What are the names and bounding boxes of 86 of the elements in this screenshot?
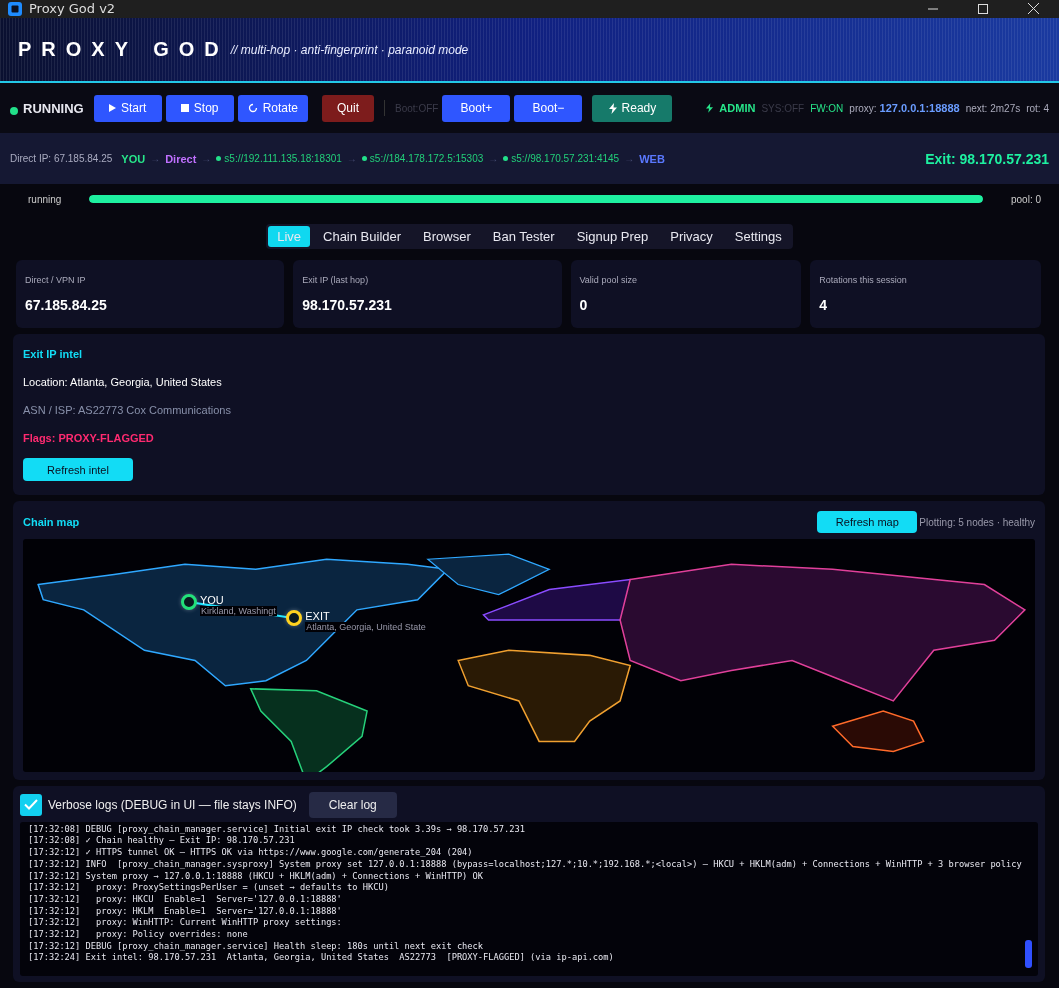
toolbar-button[interactable]: Stop	[165, 94, 234, 122]
refresh-intel-button[interactable]: Refresh intel	[23, 458, 133, 481]
tab[interactable]: Settings	[725, 226, 791, 247]
tab[interactable]: Chain Builder	[314, 226, 411, 247]
status-indicator: FW:ON	[810, 102, 844, 114]
intel-line: Location: Atlanta, Georgia, United States	[23, 376, 222, 388]
checkbox-label: Verbose logs (DEBUG in UI — file stays INFO)	[48, 797, 297, 812]
chain-hop: YOU	[121, 152, 146, 165]
toolbar-button[interactable]: Start	[93, 94, 162, 122]
pool-count: pool: 0	[1010, 193, 1041, 205]
status-label: RUNNING	[23, 100, 84, 116]
log-line: [17:32:12] proxy: Policy overrides: none	[28, 929, 249, 941]
boot-button[interactable]: Boot−	[514, 94, 583, 122]
arrow-glyph: →	[150, 153, 161, 164]
chain-hop: Direct	[165, 152, 197, 165]
stop-icon	[180, 104, 189, 112]
scrollbar-thumb[interactable]	[1025, 940, 1032, 968]
log-line: [17:32:12] proxy: HKCU Enable=1 Server='127.0.0.1:18888'	[28, 893, 343, 906]
exit-ip-label: Exit: 98.170.57.231	[925, 150, 1049, 167]
log-line: [17:32:12] ✓ HTTPS tunnel OK — HTTPS OK via https://www.google.com/generate_204 (204)	[28, 847, 474, 859]
refresh-map-button[interactable]: Refresh map	[817, 511, 918, 533]
node-location: Kirkland, Washingt	[199, 605, 277, 616]
window-title: Proxy God v2	[29, 1, 116, 17]
log-line: [17:32:12] DEBUG [proxy_chain_manager.service] Health sleep: 180s until next exit check	[28, 940, 485, 953]
stat-value: 0	[579, 297, 589, 313]
log-line: [17:32:12] proxy: WinHTTP: Current WinHTTP proxy settings:	[28, 917, 343, 930]
app-icon	[8, 1, 22, 16]
intel-line: ASN / ISP: AS22773 Cox Communications	[23, 404, 231, 416]
checkbox[interactable]	[20, 793, 42, 816]
close-icon[interactable]	[1028, 3, 1039, 15]
toolbar-button[interactable]: Quit	[322, 94, 375, 122]
hop-dot	[361, 156, 367, 161]
tab[interactable]: Signup Prep	[567, 226, 658, 247]
direct-ip-label: Direct IP: 67.185.84.25	[10, 153, 113, 164]
log-line: [17:32:08] ✓ Chain healthy — Exit IP: 98.170.57.231	[28, 835, 296, 848]
stat-label: Valid pool size	[579, 275, 638, 285]
progress-label: running	[28, 193, 62, 205]
chain-hop: s5://98.170.57.231:4145	[511, 153, 620, 164]
stat-label: Rotations this session	[819, 275, 908, 285]
log-line: [17:32:12] System proxy → 127.0.0.1:18888 (HKCU + HKLM(adm) + Connections + WinHTTP) OK	[28, 870, 485, 883]
node-location: Atlanta, Georgia, United State	[305, 622, 427, 633]
arrow-glyph: →	[624, 153, 635, 164]
chain-hop: s5://184.178.172.5:15303	[369, 153, 484, 164]
lightning-icon	[706, 103, 714, 113]
app-logo-text: PROXY GOD	[18, 38, 229, 62]
lightning-icon	[608, 102, 617, 114]
clear-log-button[interactable]: Clear log	[308, 791, 397, 818]
log-line: [17:32:12] proxy: HKLM Enable=1 Server='127.0.0.1:18888'	[28, 905, 343, 918]
tab[interactable]: Privacy	[661, 226, 722, 247]
log-line: [17:32:12] INFO [proxy_chain_manager.sysproxy] System proxy set 127.0.0.1:18888 (bypass=localhost;127.*;10.*;192.168.*;<local>) — HKCU + HKLM(adm) + Connections + WinHTTP + 3 browser policy	[28, 858, 1023, 871]
panel-title: Exit IP intel	[23, 348, 83, 360]
hop-dot	[503, 156, 509, 161]
arrow-glyph: →	[201, 153, 212, 164]
rotate-icon	[247, 103, 258, 113]
hop-dot	[216, 156, 222, 161]
ready-button[interactable]: Ready	[592, 94, 673, 122]
map-status: Plotting: 5 nodes · healthy	[919, 516, 1035, 528]
status-indicator: rot: 4	[1026, 102, 1049, 114]
stat-value: 4	[819, 297, 829, 313]
log-line: [17:32:08] DEBUG [proxy_chain_manager.service] Initial exit IP check took 3.39s → 98.170.57.231	[28, 823, 526, 836]
chain-hop: WEB	[639, 152, 665, 165]
log-line: [17:32:12] proxy: ProxySettingsPerUser = (unset → defaults to HKCU)	[28, 882, 390, 894]
stat-label: Exit IP (last hop)	[302, 275, 370, 285]
status-indicator: next: 2m27s	[965, 102, 1021, 114]
log-line: [17:32:24] Exit intel: 98.170.57.231 Atlanta, Georgia, United States AS22773 [PROXY-FLAGGED] (via ip-api.com)	[28, 952, 615, 965]
status-indicator: proxy:	[849, 102, 877, 114]
status-indicator: ADMIN	[719, 102, 756, 114]
tab[interactable]: Ban Tester	[483, 226, 564, 247]
status-indicator: 127.0.0.1:18888	[879, 102, 960, 114]
panel-title: Chain map	[23, 516, 80, 528]
chain-hop: s5://192.111.135.18:18301	[224, 153, 342, 164]
checkmark-icon	[24, 799, 38, 811]
stat-value: 67.185.84.25	[25, 297, 108, 313]
boot-button[interactable]: Boot+	[442, 94, 511, 122]
play-icon	[109, 104, 116, 112]
tab[interactable]: Browser	[414, 226, 480, 247]
arrow-glyph: →	[346, 153, 357, 164]
arrow-glyph: →	[488, 153, 499, 164]
app-tagline: // multi-hop · anti-fingerprint · paranoid mode	[230, 42, 469, 57]
intel-line: Flags: PROXY-FLAGGED	[23, 432, 154, 444]
node-label: YOU	[199, 593, 225, 606]
toolbar-button[interactable]: Rotate	[237, 94, 309, 122]
node-label: EXIT	[305, 610, 331, 623]
stat-value: 98.170.57.231	[302, 297, 393, 313]
maximize-icon[interactable]	[978, 3, 988, 14]
stat-label: Direct / VPN IP	[25, 275, 87, 285]
